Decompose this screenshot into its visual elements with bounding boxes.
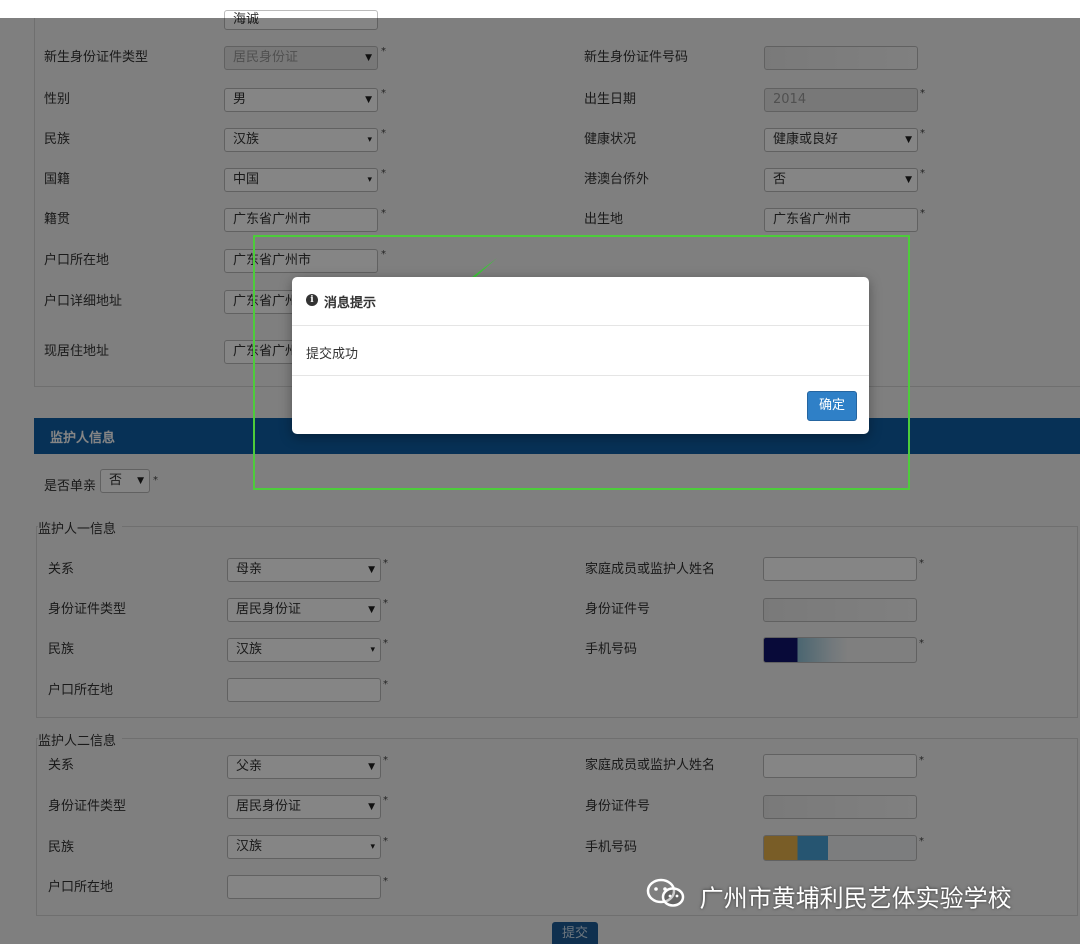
dialog-header: i 消息提示: [292, 277, 869, 326]
watermark-text: 广州市黄埔利民艺体实验学校: [699, 884, 1012, 913]
annotation-arrow-icon: [377, 258, 497, 355]
dialog-divider: [292, 375, 869, 376]
confirm-button[interactable]: 确定: [807, 391, 857, 421]
wechat-icon: [646, 878, 686, 914]
message-dialog: i 消息提示 提交成功 确定: [292, 277, 869, 434]
info-icon: i: [306, 294, 318, 306]
dialog-title: 消息提示: [324, 296, 377, 311]
dialog-message: 提交成功: [306, 347, 359, 362]
watermark: 广州市黄埔利民艺体实验学校: [646, 878, 1012, 914]
